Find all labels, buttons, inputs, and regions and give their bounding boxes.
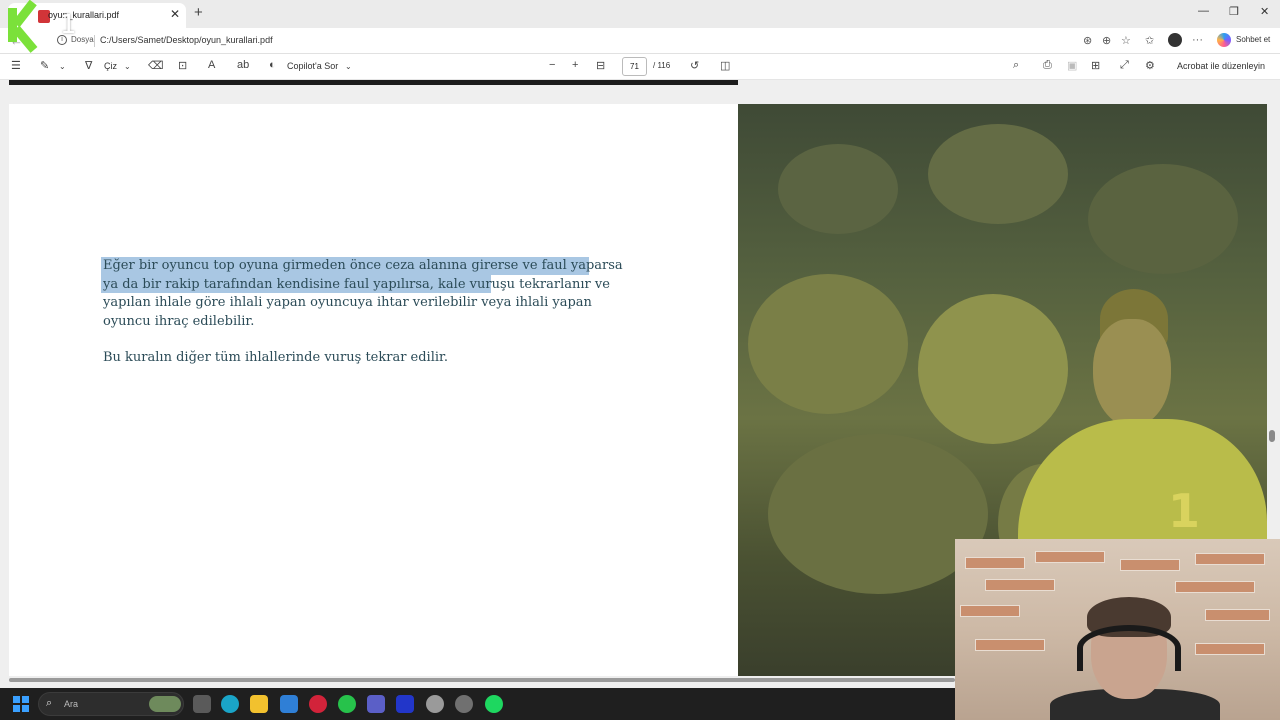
crowd-shape	[778, 144, 898, 234]
save-icon[interactable]: ▣	[1067, 59, 1077, 72]
windows-start-icon[interactable]	[13, 696, 29, 712]
text-box-icon[interactable]: ⊡	[178, 59, 187, 72]
wall-brick	[985, 579, 1055, 591]
pdf-toolbar: ☰ ✎ ⌄ ∇ Çiz ⌄ ⌫ ⊡ A ab ◐ Copilot'a Sor ⌄…	[0, 54, 1280, 80]
mail-icon[interactable]	[280, 695, 298, 713]
read-aloud-text-icon[interactable]: A	[208, 59, 215, 71]
fit-page-icon[interactable]: ⊟	[596, 59, 605, 72]
eraser-icon[interactable]: ⌫	[148, 59, 164, 72]
wall-brick	[975, 639, 1045, 651]
wall-brick	[1035, 551, 1105, 563]
whatsapp-icon[interactable]	[338, 695, 356, 713]
print-icon[interactable]: ⎙	[1043, 59, 1052, 72]
search-placeholder: Ara	[64, 699, 79, 709]
chevron-down-icon[interactable]: ⌄	[59, 62, 66, 71]
spotify-icon[interactable]	[485, 695, 503, 713]
translate-icon[interactable]: ab	[237, 59, 249, 71]
crowd-shape	[1088, 164, 1238, 274]
page-number-input[interactable]: 71	[622, 57, 647, 76]
logo-number: 1	[60, 10, 77, 40]
search-icon: ⌕	[46, 697, 53, 709]
tab-title: oyun_kurallari.pdf	[48, 10, 120, 20]
vertical-scrollbar-thumb[interactable]	[1269, 430, 1275, 442]
wall-brick	[960, 605, 1020, 617]
settings-gear-icon[interactable]: ⚙	[1145, 59, 1155, 72]
draw-icon[interactable]: ∇	[85, 59, 92, 72]
address-separator	[94, 35, 95, 47]
highlight-icon[interactable]: ✎	[40, 59, 49, 72]
minimize-button[interactable]: —	[1198, 5, 1209, 17]
paragraph-2[interactable]: Bu kuralın diğer tüm ihlallerinde vuruş …	[103, 349, 623, 368]
contents-icon[interactable]: ☰	[11, 59, 21, 72]
page-view-icon[interactable]: ◫	[720, 59, 730, 72]
previous-page-edge	[9, 80, 738, 85]
favorite-star-icon[interactable]: ☆	[1121, 34, 1131, 47]
draw-label[interactable]: Çiz	[104, 61, 117, 71]
v-app-icon[interactable]	[396, 695, 414, 713]
opera-icon[interactable]	[309, 695, 327, 713]
zoom-out-icon[interactable]: −	[549, 59, 555, 71]
paragraph-1[interactable]: Eğer bir oyuncu top oyuna girmeden önce …	[103, 258, 623, 329]
copilot-icon[interactable]	[1217, 33, 1231, 47]
wall-brick	[1120, 559, 1180, 571]
player-face	[1093, 319, 1171, 427]
favorites-icon[interactable]: ✩	[1145, 34, 1154, 47]
channel-logo: 1	[6, 0, 77, 53]
fullscreen-icon[interactable]: ⤢	[1120, 59, 1129, 72]
crowd-shape	[748, 274, 908, 414]
wall-brick	[965, 557, 1025, 569]
horizontal-scrollbar-thumb[interactable]	[9, 678, 955, 682]
search-icon[interactable]: ⌕	[1013, 59, 1019, 72]
zoom-icon[interactable]: ⊕	[1102, 34, 1111, 47]
webcam-overlay	[955, 539, 1280, 720]
headset	[1077, 625, 1181, 671]
tab-close-icon[interactable]: ✕	[170, 7, 180, 21]
chevron-down-icon[interactable]: ⌄	[345, 62, 352, 71]
restore-button[interactable]: ❐	[1229, 5, 1239, 18]
wall-brick	[1195, 553, 1265, 565]
read-aloud-icon[interactable]: ⊛	[1083, 34, 1092, 47]
jersey-number: 1	[1168, 484, 1201, 538]
wall-brick	[1195, 643, 1265, 655]
url-field[interactable]: C:/Users/Samet/Desktop/oyun_kurallari.pd…	[100, 35, 273, 45]
edit-with-acrobat-button[interactable]: Acrobat ile düzenleyin	[1177, 61, 1265, 71]
zoom-in-icon[interactable]: +	[572, 59, 578, 71]
chat-button[interactable]: Sohbet et	[1236, 35, 1270, 44]
rotate-icon[interactable]: ↺	[690, 59, 699, 72]
page-count: / 116	[653, 61, 671, 70]
address-bar: ← i Dosya C:/Users/Samet/Desktop/oyun_ku…	[0, 28, 1280, 54]
wall-brick	[1205, 609, 1270, 621]
file-explorer-icon[interactable]	[250, 695, 268, 713]
task-view-icon[interactable]	[193, 695, 211, 713]
taskbar-search-box[interactable]: ⌕ Ara	[38, 692, 184, 716]
profile-avatar[interactable]	[1168, 33, 1182, 47]
more-menu-icon[interactable]: ···	[1192, 34, 1203, 46]
chrome-dev-icon[interactable]	[455, 695, 473, 713]
page-body-text[interactable]: Eğer bir oyuncu top oyuna girmeden önce …	[101, 257, 623, 368]
edge-browser-icon[interactable]	[221, 695, 239, 713]
crowd-shape	[918, 294, 1068, 444]
chevron-down-icon[interactable]: ⌄	[124, 62, 131, 71]
window-close-button[interactable]: ✕	[1260, 5, 1269, 18]
steam-icon[interactable]	[426, 695, 444, 713]
crowd-shape	[928, 124, 1068, 224]
tab-strip: oyun_kurallari.pdf ✕ + — ❐ ✕	[0, 0, 1280, 28]
copilot-toolbar-icon[interactable]: ◐	[269, 59, 276, 71]
paragraph-rule-text[interactable]: Eğer bir oyuncu top oyuna girmeden önce …	[101, 257, 623, 331]
ask-copilot-button[interactable]: Copilot'a Sor	[287, 61, 338, 71]
save-as-icon[interactable]: ⊞	[1091, 59, 1100, 72]
wall-brick	[1175, 581, 1255, 593]
teams-icon[interactable]	[367, 695, 385, 713]
search-highlight-image	[149, 696, 181, 712]
new-tab-button[interactable]: +	[194, 4, 203, 21]
